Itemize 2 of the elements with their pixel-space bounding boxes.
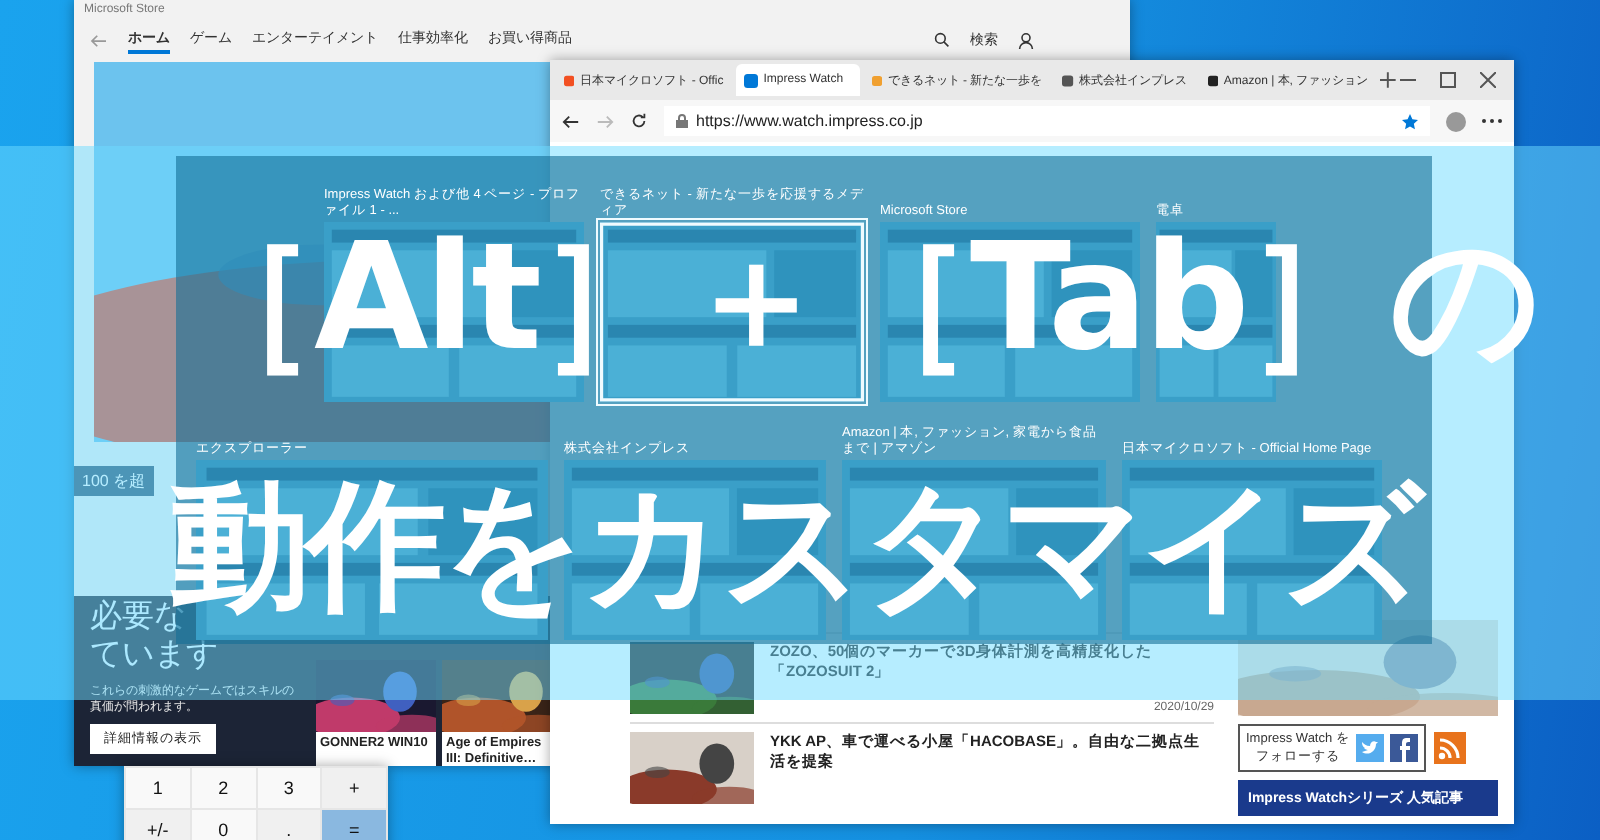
banner-text: 100 を超 <box>74 466 154 496</box>
promo-heading: ています <box>90 638 220 676</box>
